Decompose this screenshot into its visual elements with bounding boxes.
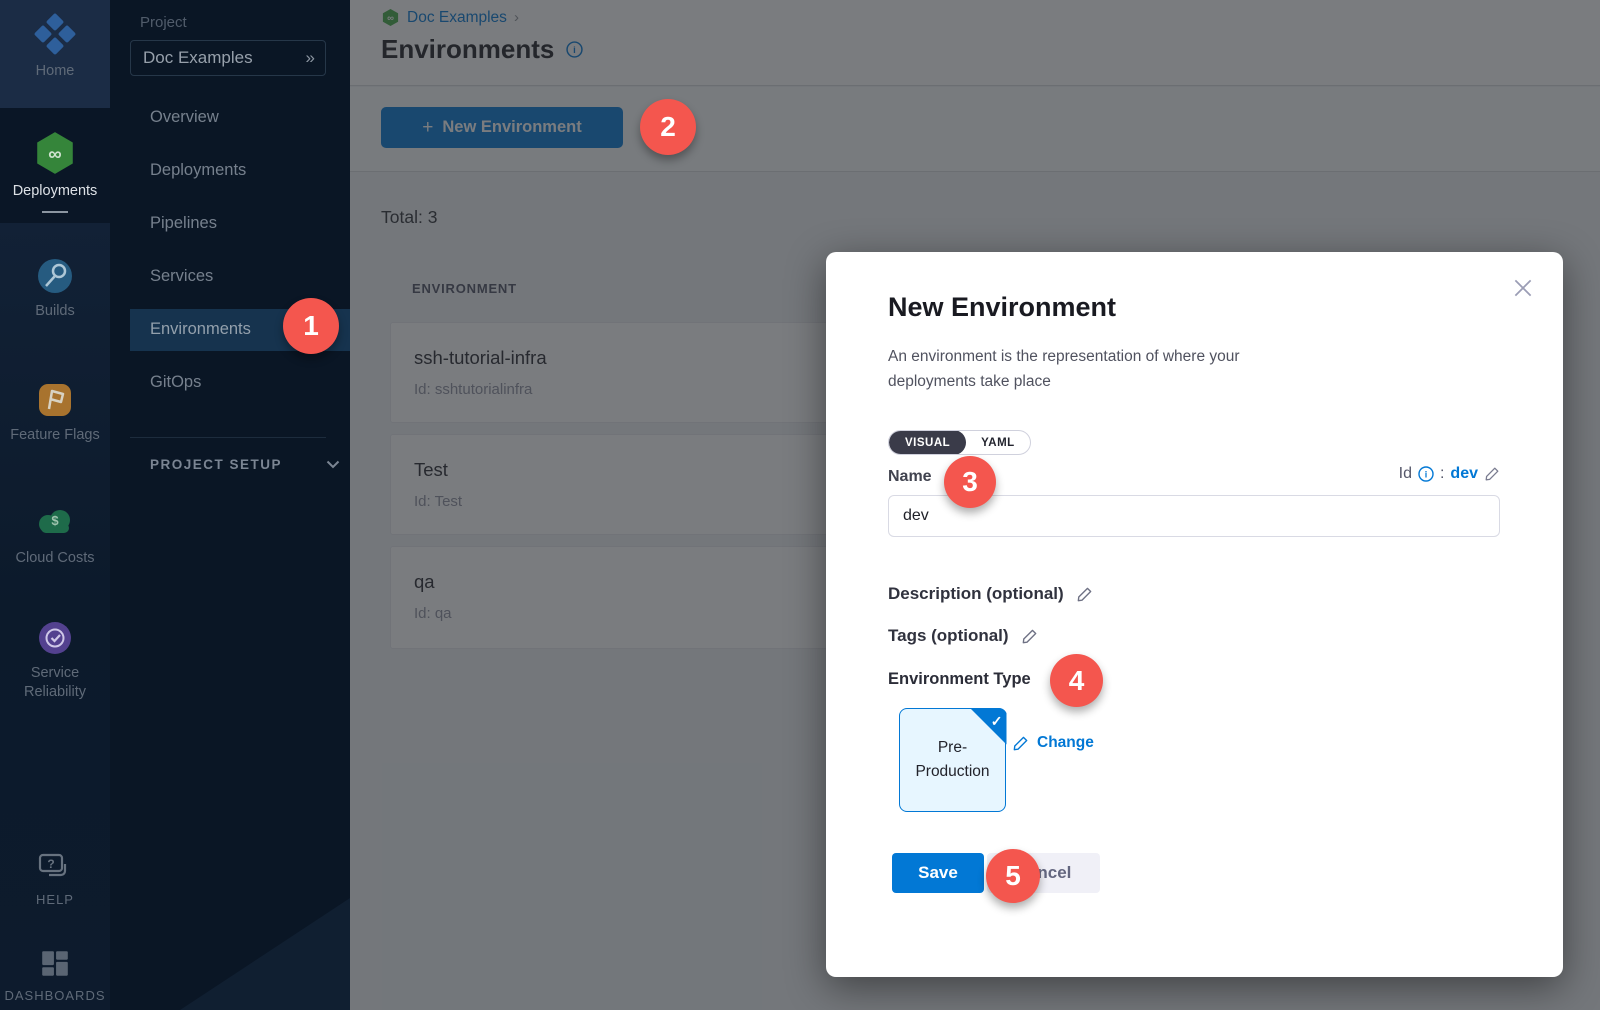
name-label: Name [888, 468, 932, 486]
id-label: Id [1399, 465, 1412, 483]
change-label: Change [1037, 734, 1094, 752]
cloud-costs-icon: $ [34, 503, 76, 543]
project-sidebar: Project Doc Examples » Overview Deployme… [110, 0, 350, 1010]
svg-text:$: $ [51, 513, 59, 528]
sidebar-item-label: DASHBOARDS [0, 986, 110, 1005]
sidebar-item-help[interactable]: ? HELP [0, 852, 110, 909]
sidebar-item-cloud-costs[interactable]: $ Cloud Costs [0, 503, 110, 568]
help-icon: ? [37, 852, 73, 884]
svg-text:?: ? [47, 857, 54, 871]
sidebar-decoration [180, 898, 350, 1010]
home-icon [33, 12, 77, 56]
chevron-down-icon [326, 460, 340, 469]
sidebar-item-label: Feature Flags [0, 426, 110, 445]
svg-text:i: i [1425, 470, 1428, 480]
check-icon: ✓ [991, 709, 1003, 733]
new-environment-modal: New Environment An environment is the re… [826, 252, 1563, 977]
project-label: Project [140, 14, 187, 31]
description-field-toggle[interactable]: Description (optional) [888, 584, 1093, 604]
visual-yaml-toggle: VISUAL YAML [888, 430, 1031, 455]
modal-title: New Environment [888, 292, 1116, 323]
tags-field-toggle[interactable]: Tags (optional) [888, 626, 1038, 646]
description-label: Description (optional) [888, 584, 1064, 604]
sidebar-item-label: Home [0, 62, 110, 81]
module-rail: Home ∞ Deployments Builds Feature Flag [0, 0, 110, 1010]
modal-description: An environment is the representation of … [888, 344, 1318, 394]
active-module-indicator [42, 211, 68, 213]
change-environment-type-link[interactable]: Change [1012, 734, 1094, 752]
sidebar-item-deployments[interactable]: ∞ Deployments [0, 130, 110, 213]
sidebar-item-service-reliability[interactable]: Service Reliability [0, 618, 110, 702]
tab-visual[interactable]: VISUAL [889, 430, 966, 455]
sidebar-item-overview[interactable]: Overview [150, 108, 219, 127]
close-icon[interactable] [1511, 276, 1535, 300]
tab-yaml[interactable]: YAML [966, 430, 1030, 455]
sidebar-divider [130, 437, 326, 438]
sidebar-item-label: Deployments [0, 182, 110, 201]
deployments-icon: ∞ [32, 130, 78, 176]
project-setup-toggle[interactable]: PROJECT SETUP [150, 457, 340, 472]
sidebar-item-deployments-page[interactable]: Deployments [150, 161, 246, 180]
sidebar-item-dashboards[interactable]: DASHBOARDS [0, 948, 110, 1005]
save-button[interactable]: Save [892, 853, 984, 893]
sidebar-item-services[interactable]: Services [150, 267, 213, 286]
feature-flags-icon [35, 380, 75, 420]
project-setup-label: PROJECT SETUP [150, 457, 282, 472]
sidebar-item-label: Cloud Costs [0, 549, 110, 568]
id-row: Id i : dev [1399, 465, 1500, 483]
edit-description-icon[interactable] [1076, 586, 1093, 603]
sidebar-item-label: Builds [0, 302, 110, 321]
sidebar-item-pipelines[interactable]: Pipelines [150, 214, 217, 233]
dashboards-icon [39, 948, 71, 980]
edit-id-icon[interactable] [1484, 466, 1500, 482]
svg-text:∞: ∞ [48, 143, 61, 164]
annotation-step-2: 2 [640, 99, 696, 155]
sidebar-item-label: Service Reliability [0, 664, 110, 702]
project-selector[interactable]: Doc Examples » [130, 40, 326, 76]
project-name: Doc Examples [143, 48, 306, 68]
environment-type-value: Pre- Production [915, 736, 989, 784]
environment-type-card-pre-production[interactable]: Pre- Production ✓ [899, 708, 1006, 812]
environment-type-label: Environment Type [888, 670, 1031, 689]
info-icon[interactable]: i [1418, 466, 1434, 482]
sidebar-item-home[interactable]: Home [0, 12, 110, 81]
expand-project-icon[interactable]: » [306, 48, 315, 68]
annotation-step-4: 4 [1050, 654, 1103, 707]
annotation-step-1: 1 [283, 298, 339, 354]
edit-icon [1012, 735, 1029, 752]
id-value: dev [1450, 465, 1478, 483]
id-separator: : [1440, 465, 1444, 483]
sidebar-item-builds[interactable]: Builds [0, 256, 110, 321]
sidebar-item-label: HELP [0, 890, 110, 909]
edit-tags-icon[interactable] [1021, 628, 1038, 645]
service-reliability-icon [35, 618, 75, 658]
builds-icon [35, 256, 75, 296]
app-window: Home ∞ Deployments Builds Feature Flag [0, 0, 1600, 1010]
annotation-step-5: 5 [986, 849, 1040, 903]
tags-label: Tags (optional) [888, 626, 1009, 646]
sidebar-item-feature-flags[interactable]: Feature Flags [0, 380, 110, 445]
annotation-step-3: 3 [944, 456, 996, 508]
sidebar-item-environments[interactable]: Environments [150, 320, 251, 339]
sidebar-item-gitops[interactable]: GitOps [150, 373, 201, 392]
